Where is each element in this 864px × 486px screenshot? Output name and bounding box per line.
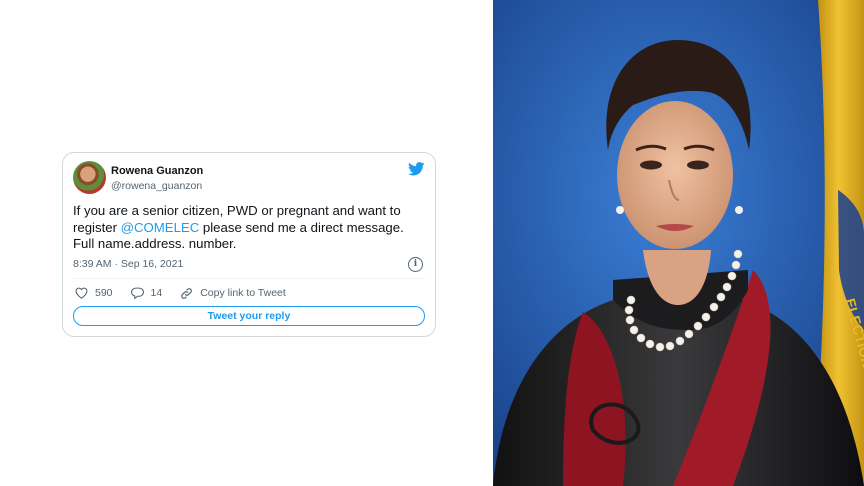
reply-icon — [130, 287, 144, 299]
copy-link-button[interactable]: Copy link to Tweet — [180, 287, 286, 300]
copy-link-label: Copy link to Tweet — [200, 287, 286, 299]
portrait-photo: ELECTION — [493, 0, 864, 486]
like-count: 590 — [95, 287, 113, 299]
tweet-timestamp[interactable]: 8:39 AM · Sep 16, 2021 — [73, 258, 183, 270]
portrait-illustration: ELECTION — [493, 0, 864, 486]
tweet-screenshot-panel: Rowena Guanzon @rowena_guanzon If you ar… — [0, 0, 493, 486]
tweet-actions: 590 14 Copy link to Tweet — [75, 285, 304, 301]
tweet-card[interactable]: Rowena Guanzon @rowena_guanzon If you ar… — [62, 152, 436, 337]
tweet-text: If you are a senior citizen, PWD or preg… — [73, 203, 423, 253]
avatar[interactable] — [73, 161, 106, 194]
author-name[interactable]: Rowena Guanzon — [111, 165, 203, 177]
reply-button[interactable]: 14 — [130, 287, 163, 299]
tweet-your-reply-button[interactable]: Tweet your reply — [73, 306, 425, 326]
author-handle[interactable]: @rowena_guanzon — [111, 180, 202, 192]
info-icon[interactable]: i — [408, 257, 423, 272]
comelec-mention-link[interactable]: @COMELEC — [121, 220, 200, 235]
heart-icon — [75, 287, 88, 299]
like-button[interactable]: 590 — [75, 287, 113, 299]
reply-count: 14 — [150, 287, 163, 299]
twitter-bird-icon[interactable] — [408, 162, 425, 176]
link-icon — [181, 287, 193, 299]
divider — [73, 278, 425, 279]
